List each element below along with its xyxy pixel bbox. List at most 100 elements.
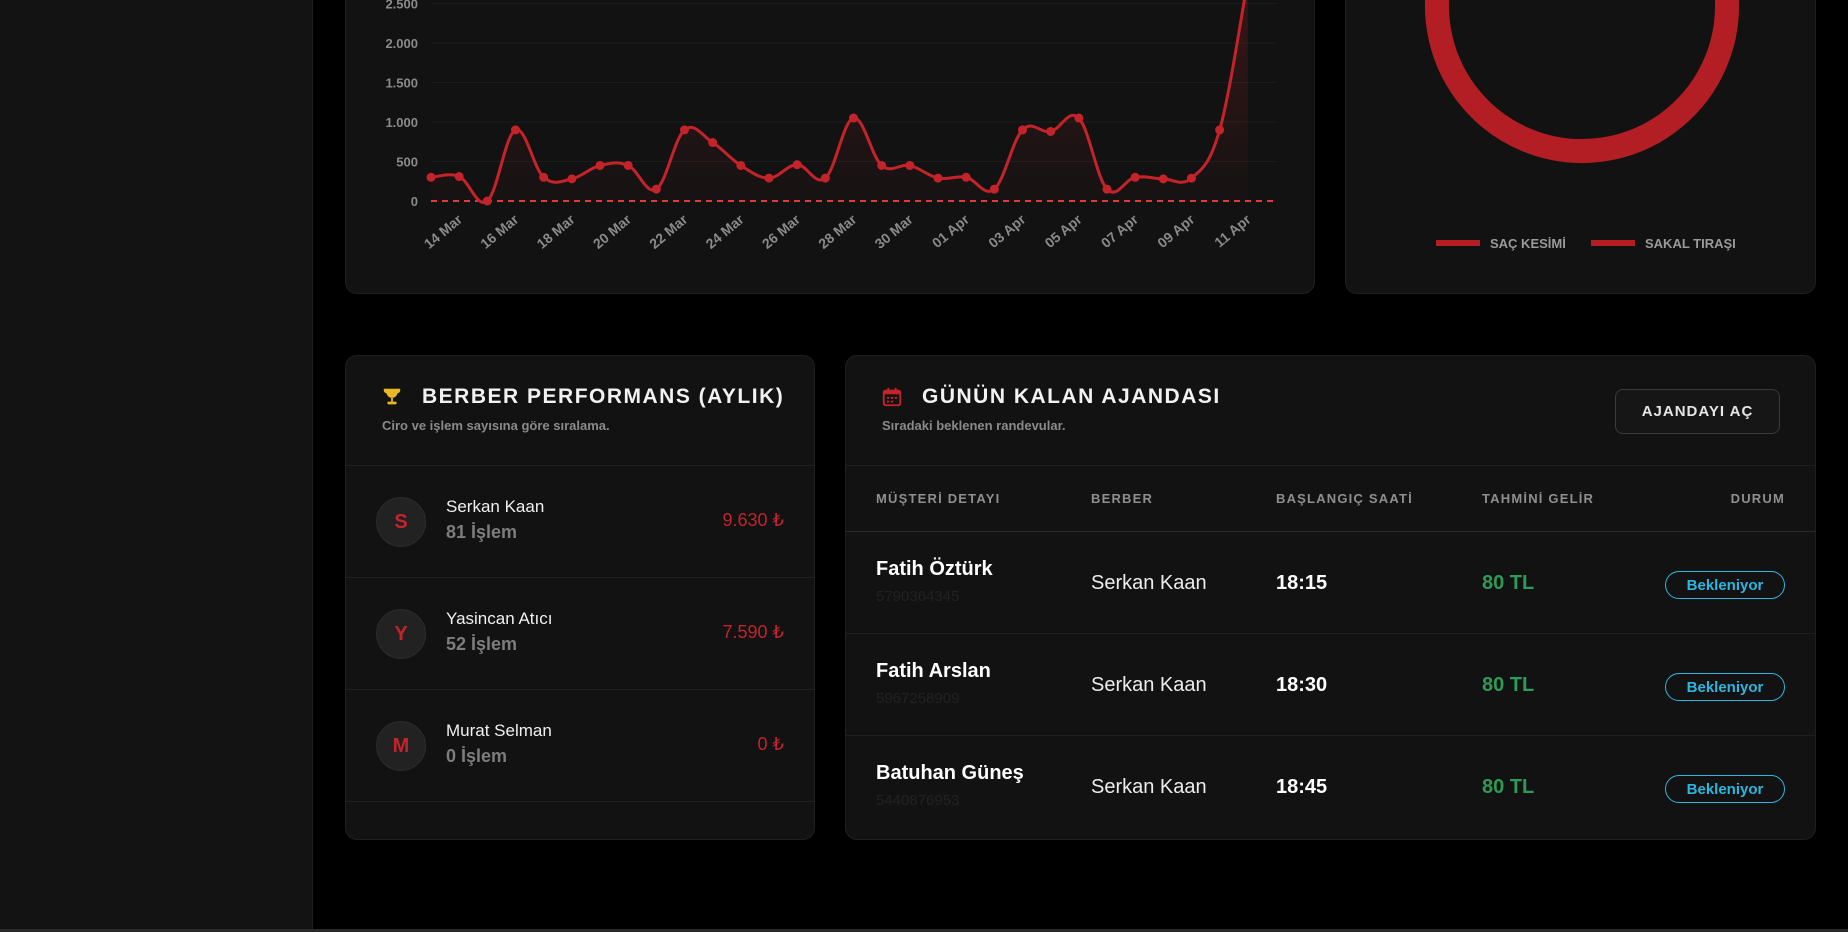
start-time: 18:30 [1276,674,1328,696]
data-point[interactable] [1074,113,1084,123]
agenda-header: GÜNÜN KALAN AJANDASI Sıradaki beklenen r… [846,356,1815,466]
y-tick-label: 2.000 [385,36,418,51]
y-tick-label: 2.500 [385,0,418,12]
x-tick-label: 03 Apr [985,211,1029,251]
data-point[interactable] [1102,184,1112,194]
barber-name: Serkan Kaan [446,497,545,516]
data-point[interactable] [792,160,802,170]
x-tick-label: 11 Apr [1211,211,1254,251]
performance-row[interactable]: S Serkan Kaan 81 İşlem 9.630 ₺ [346,466,814,578]
agenda-card: GÜNÜN KALAN AJANDASI Sıradaki beklenen r… [845,355,1816,840]
barber-name: Serkan Kaan [1091,572,1207,594]
start-time: 18:15 [1276,572,1328,594]
transaction-count: 81 İşlem [446,522,518,542]
y-tick-label: 0 [411,194,418,209]
status-badge: Bekleniyor [1665,775,1785,803]
x-tick-label: 26 Mar [759,211,804,252]
x-tick-label: 18 Mar [533,211,578,252]
x-tick-label: 09 Apr [1154,211,1198,251]
table-row[interactable]: Fatih Öztürk 5790364345 Serkan Kaan 18:1… [846,532,1815,634]
x-tick-label: 20 Mar [590,211,635,252]
column-header-customer: MÜŞTERİ DETAYI [876,491,1001,506]
performance-title: BERBER PERFORMANS (AYLIK) [422,385,785,408]
x-tick-label: 24 Mar [702,211,747,252]
estimated-income: 80 TL [1482,572,1535,594]
status-badge: Bekleniyor [1665,571,1785,599]
data-point[interactable] [539,172,549,182]
data-point[interactable] [651,184,661,194]
data-point[interactable] [567,174,577,184]
performance-row[interactable]: Y Yasincan Atıcı 52 İşlem 7.590 ₺ [346,578,814,690]
x-tick-label: 07 Apr [1098,211,1142,251]
service-donut-card: SAÇ KESİMİ SAKAL TIRAŞI [1345,0,1816,294]
open-agenda-button[interactable]: AJANDAYI AÇ [1615,389,1780,434]
y-tick-label: 1.500 [385,76,418,91]
x-tick-label: 05 Apr [1041,211,1085,251]
data-point[interactable] [1158,174,1168,184]
legend-swatch [1436,240,1480,246]
x-tick-label: 22 Mar [646,211,691,252]
calendar-icon [882,387,902,407]
donut-slice[interactable] [1425,0,1739,163]
table-header: MÜŞTERİ DETAYI BERBER BAŞLANGIÇ SAATİ TA… [846,466,1815,532]
data-point[interactable] [933,173,943,183]
x-tick-label: 28 Mar [815,211,860,252]
table-row[interactable]: Fatih Arslan 5967258909 Serkan Kaan 18:3… [846,634,1815,736]
data-point[interactable] [623,160,633,170]
barber-name: Yasincan Atıcı [446,609,553,628]
agenda-subtitle: Sıradaki beklenen randevular. [882,418,1066,433]
legend-label: SAÇ KESİMİ [1490,236,1566,251]
performance-header: BERBER PERFORMANS (AYLIK) Ciro ve işlem … [346,356,814,466]
data-point[interactable] [961,172,971,182]
customer-phone: 5967258909 [876,690,960,707]
data-point[interactable] [905,160,915,170]
barber-performance-card: BERBER PERFORMANS (AYLIK) Ciro ve işlem … [345,355,815,840]
data-point[interactable] [1046,126,1056,136]
data-point[interactable] [1187,173,1196,183]
revenue-chart-card: 0 500 1.000 1.500 2.000 2.500 14 Mar 16 Mar 18 … [345,0,1315,294]
transaction-count: 0 İşlem [446,746,508,766]
x-tick-label: 14 Mar [421,211,466,252]
data-point[interactable] [877,160,887,170]
data-point[interactable] [482,196,492,206]
revenue-amount: 0 ₺ [757,734,784,754]
estimated-income: 80 TL [1482,776,1535,798]
service-donut-chart: SAÇ KESİMİ SAKAL TIRAŞI [1425,0,1739,251]
data-point[interactable] [708,138,718,148]
barber-name: Serkan Kaan [1091,776,1207,798]
column-header-barber: BERBER [1091,491,1154,506]
data-point[interactable] [989,184,999,194]
avatar: Y [376,609,426,659]
data-point[interactable] [849,113,858,123]
series-area [431,0,1248,203]
data-point[interactable] [736,160,746,170]
y-tick-label: 500 [396,155,418,170]
agenda-title: GÜNÜN KALAN AJANDASI [922,385,1221,408]
avatar: S [376,497,426,547]
data-point[interactable] [820,173,830,183]
x-tick-label: 16 Mar [477,211,522,252]
revenue-amount: 9.630 ₺ [722,510,785,530]
data-point[interactable] [1215,125,1225,135]
performance-row[interactable]: M Murat Selman 0 İşlem 0 ₺ [346,690,814,802]
column-header-status: DURUM [1730,491,1785,506]
start-time: 18:45 [1276,776,1328,798]
data-point[interactable] [511,125,520,135]
status-badge: Bekleniyor [1665,673,1785,701]
data-point[interactable] [680,125,689,135]
barber-name: Serkan Kaan [1091,674,1207,696]
revenue-amount: 7.590 ₺ [722,622,785,642]
x-tick-label: 01 Apr [929,211,973,251]
data-point[interactable] [595,160,605,170]
data-point[interactable] [1130,172,1140,182]
data-point[interactable] [764,173,774,183]
revenue-line-chart: 0 500 1.000 1.500 2.000 2.500 14 Mar 16 Mar 18 … [385,0,1276,252]
data-point[interactable] [454,172,464,182]
legend-label: SAKAL TIRAŞI [1645,236,1736,251]
table-row[interactable]: Batuhan Güneş 5440876953 Serkan Kaan 18:… [846,736,1815,838]
performance-subtitle: Ciro ve işlem sayısına göre sıralama. [382,418,610,433]
data-point[interactable] [1018,125,1027,135]
data-point[interactable] [426,172,436,182]
customer-name: Fatih Öztürk [876,558,993,580]
column-header-start-time: BAŞLANGIÇ SAATİ [1276,491,1413,506]
